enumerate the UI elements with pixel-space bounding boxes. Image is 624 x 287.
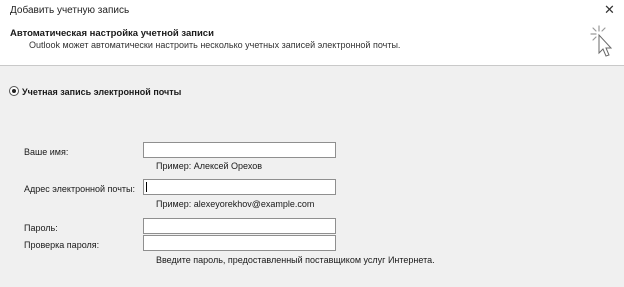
email-label: Адрес электронной почты:	[24, 184, 136, 194]
header-title: Автоматическая настройка учетной записи	[10, 28, 214, 39]
wizard-cursor-icon	[590, 25, 613, 57]
close-icon[interactable]: ✕	[604, 2, 615, 18]
name-input[interactable]	[143, 142, 336, 158]
email-account-radio[interactable]	[9, 86, 19, 96]
password-hint: Введите пароль, предоставленный поставщи…	[156, 255, 435, 265]
window-title: Добавить учетную запись	[10, 5, 130, 16]
password-label: Пароль:	[24, 223, 58, 233]
password-confirm-input[interactable]	[143, 235, 336, 251]
header-panel: Автоматическая настройка учетной записи …	[0, 20, 624, 66]
name-label: Ваше имя:	[24, 147, 69, 157]
email-account-radio-label: Учетная запись электронной почты	[22, 87, 182, 97]
title-bar: Добавить учетную запись ✕	[0, 0, 624, 20]
header-description: Outlook может автоматически настроить не…	[29, 40, 401, 50]
name-hint: Пример: Алексей Орехов	[156, 161, 263, 171]
email-hint: Пример: alexeyorekhov@example.com	[156, 199, 315, 209]
email-input[interactable]	[143, 179, 336, 195]
text-caret	[146, 182, 147, 192]
password-confirm-label: Проверка пароля:	[24, 240, 100, 250]
password-input[interactable]	[143, 218, 336, 234]
